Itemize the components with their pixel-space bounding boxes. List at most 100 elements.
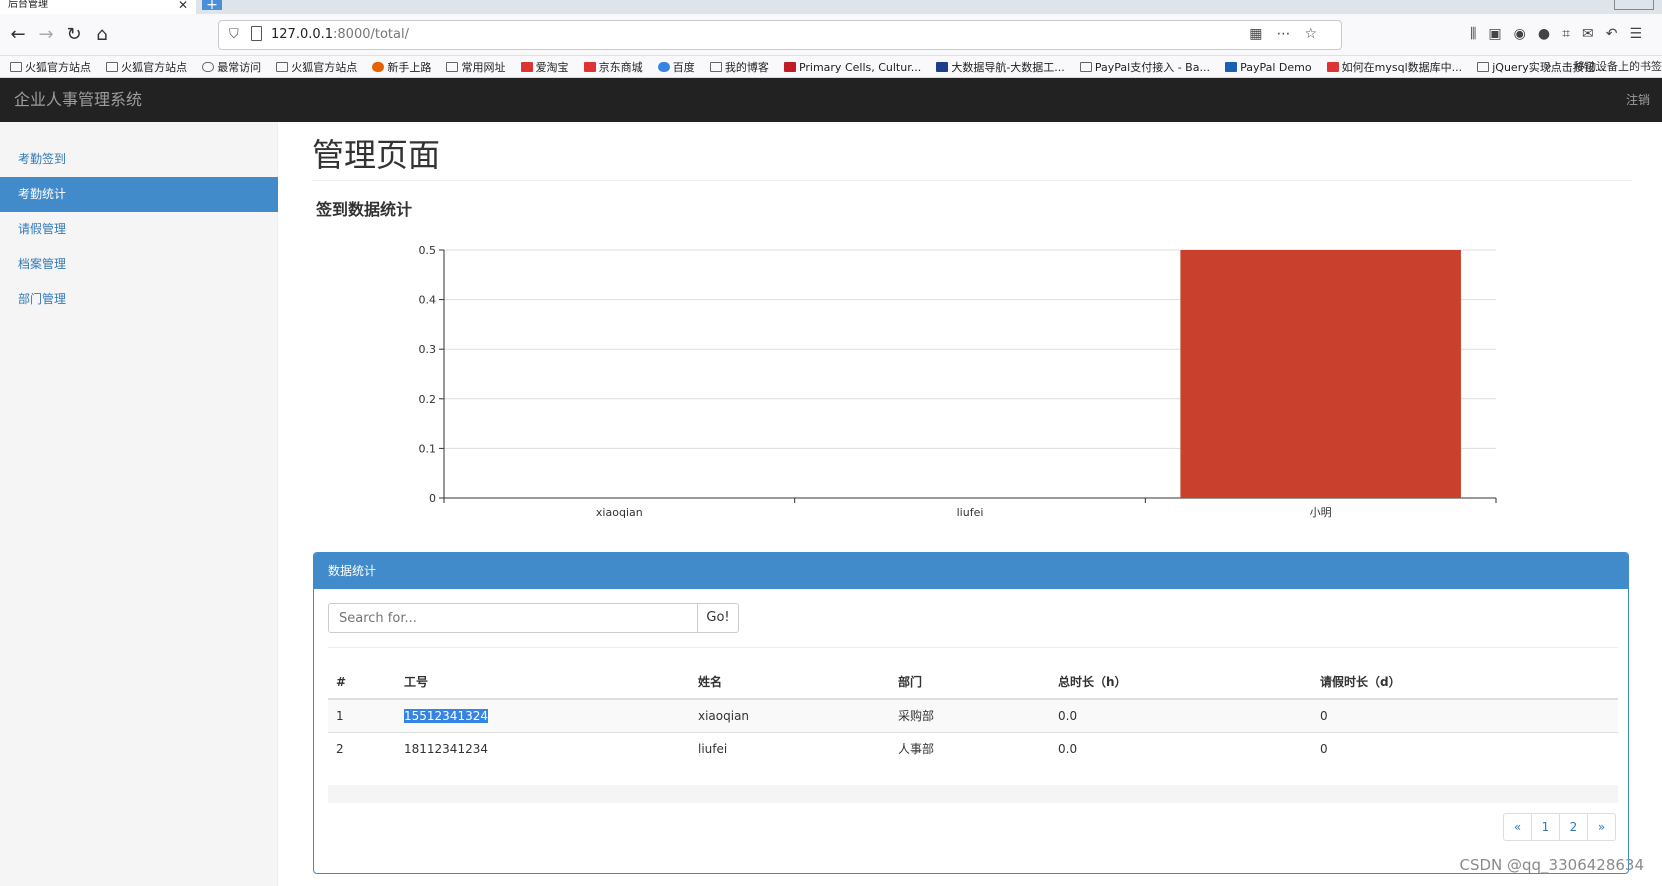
y-tick-label: 0.3 (419, 343, 437, 356)
section-title: 签到数据统计 (316, 200, 413, 219)
bookmark-item[interactable]: 火狐官方站点 (10, 57, 91, 77)
selected-text: 15512341324 (404, 708, 488, 723)
firefox-icon (372, 62, 385, 72)
bookmark-item[interactable]: 常用网址 (446, 57, 505, 77)
page-title: 管理页面 (312, 136, 441, 174)
divider (312, 180, 1632, 181)
employee-id: 15512341324 (396, 698, 690, 732)
column-header: 工号 (396, 665, 690, 700)
bookmark-item[interactable]: 百度 (657, 57, 695, 77)
bookmark-item[interactable]: 火狐官方站点 (106, 57, 187, 77)
column-header: # (328, 665, 396, 700)
bookmarks-overflow-icon[interactable]: » (1544, 56, 1552, 77)
toolbar-icons[interactable]: ⫼▣◉●⌗✉↶☰ (1470, 26, 1654, 42)
attendance-bar-chart: 0 0.1 0.2 0.3 0.4 0.5 xiaoqian liufei 小明 (419, 244, 1497, 519)
sidebar-item-leave[interactable]: 请假管理 (0, 212, 278, 247)
employee-id: 18112341234 (396, 731, 690, 765)
app-brand[interactable]: 企业人事管理系统 (14, 78, 142, 122)
column-header: 姓名 (690, 665, 890, 700)
x-tick-label: liufei (957, 506, 984, 519)
bookmark-item[interactable]: 火狐官方站点 (276, 57, 357, 77)
search-group: Go! (328, 603, 739, 633)
table-footer (328, 785, 1618, 803)
reload-icon[interactable]: ↻ (62, 23, 86, 47)
account-icon: ◉ (1513, 26, 1538, 42)
bookmark-item[interactable]: Primary Cells, Cultur... (783, 57, 921, 77)
bookmark-item[interactable]: PayPal支付接入 - Ba... (1079, 57, 1210, 77)
new-tab-button[interactable]: + (202, 0, 222, 12)
bar (1180, 250, 1461, 498)
pagination-page-2[interactable]: 2 (1559, 813, 1588, 841)
y-tick-label: 0.4 (419, 294, 437, 307)
y-tick-label: 0.2 (419, 393, 437, 406)
column-header: 请假时长（d） (1312, 665, 1618, 700)
back-icon[interactable]: ← (6, 23, 30, 47)
blog-icon (1079, 62, 1092, 72)
browser-tab[interactable]: 后台管理 ✕ (0, 0, 196, 14)
url-text[interactable]: 127.0.0.1:8000/total/ (271, 27, 409, 42)
browser-tabbar: 后台管理 ✕ + (0, 0, 1662, 14)
browser-toolbar: ← → ↻ ⌂ ⛉ 127.0.0.1:8000/total/ ▦⋯☆ ⫼▣◉●… (0, 14, 1662, 56)
blog-icon (1477, 62, 1490, 72)
panel-heading: 数据统计 (314, 553, 1628, 589)
employee-name: xiaoqian (690, 698, 890, 732)
bookmark-item[interactable]: 我的博客 (709, 57, 769, 77)
bookmark-item[interactable]: 大数据导航-大数据工... (936, 57, 1065, 77)
undo-icon: ↶ (1605, 26, 1630, 42)
pagination-next[interactable]: » (1587, 813, 1616, 841)
menu-icon: ☰ (1629, 26, 1654, 42)
sidebar-item-archives[interactable]: 档案管理 (0, 247, 278, 282)
pagination: « 1 2 » (1503, 813, 1616, 841)
forward-icon[interactable]: → (34, 23, 58, 47)
shield-icon: ⛉ (229, 27, 239, 42)
watermark: CSDN @qq_3306428634 (1459, 856, 1644, 874)
page-icon (251, 26, 262, 41)
bookmark-item[interactable]: 如何在mysql数据库中... (1326, 57, 1462, 77)
folder-icon (446, 62, 459, 72)
bookmark-item[interactable]: PayPal Demo (1225, 57, 1312, 77)
window-controls[interactable] (1614, 0, 1654, 10)
close-icon[interactable]: ✕ (178, 0, 188, 11)
go-button[interactable]: Go! (697, 603, 739, 633)
x-tick-label: xiaoqian (596, 506, 643, 519)
leave-days: 0 (1312, 698, 1618, 732)
sidebar-item-attendance-stats[interactable]: 考勤统计 (0, 177, 278, 212)
site-icon (783, 62, 796, 72)
chat-icon: ✉ (1581, 26, 1606, 42)
table-header-row: # 工号 姓名 部门 总时长（h） 请假时长（d） (328, 665, 1618, 700)
logout-link[interactable]: 注销 (1626, 78, 1650, 122)
folder-icon (106, 62, 119, 72)
address-bar-icons[interactable]: ▦⋯☆ (1249, 26, 1331, 42)
paypal-icon (1225, 62, 1238, 72)
sidebar-item-departments[interactable]: 部门管理 (0, 282, 278, 317)
address-bar[interactable]: ⛉ 127.0.0.1:8000/total/ ▦⋯☆ (218, 20, 1342, 50)
sidebar-icon: ▣ (1488, 26, 1514, 42)
search-input[interactable] (328, 603, 698, 633)
sidebar-item-checkin[interactable]: 考勤签到 (0, 142, 278, 177)
column-header: 部门 (890, 665, 1050, 700)
pagination-prev[interactable]: « (1503, 813, 1532, 841)
more-icon: ⋯ (1276, 26, 1305, 42)
bookmark-item[interactable]: 爱淘宝 (520, 57, 569, 77)
csdn-icon (1326, 62, 1339, 72)
qr-code-icon: ▦ (1249, 26, 1277, 42)
app-header: 企业人事管理系统 注销 (0, 78, 1662, 122)
bookmarks-bar: 火狐官方站点 火狐官方站点 最常访问 火狐官方站点 新手上路 常用网址 爱淘宝 … (0, 56, 1662, 78)
bookmark-item[interactable]: 京东商城 (583, 57, 643, 77)
pagination-page-1[interactable]: 1 (1531, 813, 1560, 841)
table-row: 2 18112341234 liufei 人事部 0.0 0 (328, 731, 1618, 765)
home-icon[interactable]: ⌂ (90, 23, 114, 47)
mobile-bookmarks[interactable]: 移动设备上的书签 (1574, 56, 1662, 77)
star-icon: ☆ (1304, 26, 1331, 42)
folder-icon (10, 62, 22, 72)
bookmark-item[interactable]: 新手上路 (372, 57, 431, 77)
total-hours: 0.0 (1050, 698, 1312, 732)
department: 人事部 (890, 731, 1050, 765)
folder-icon (276, 62, 289, 72)
y-tick-label: 0.1 (419, 442, 437, 455)
site-icon (936, 62, 949, 72)
y-tick-label: 0.5 (419, 244, 437, 257)
department: 采购部 (890, 698, 1050, 732)
bookmark-item[interactable]: 最常访问 (202, 57, 261, 77)
gear-icon (202, 62, 215, 72)
